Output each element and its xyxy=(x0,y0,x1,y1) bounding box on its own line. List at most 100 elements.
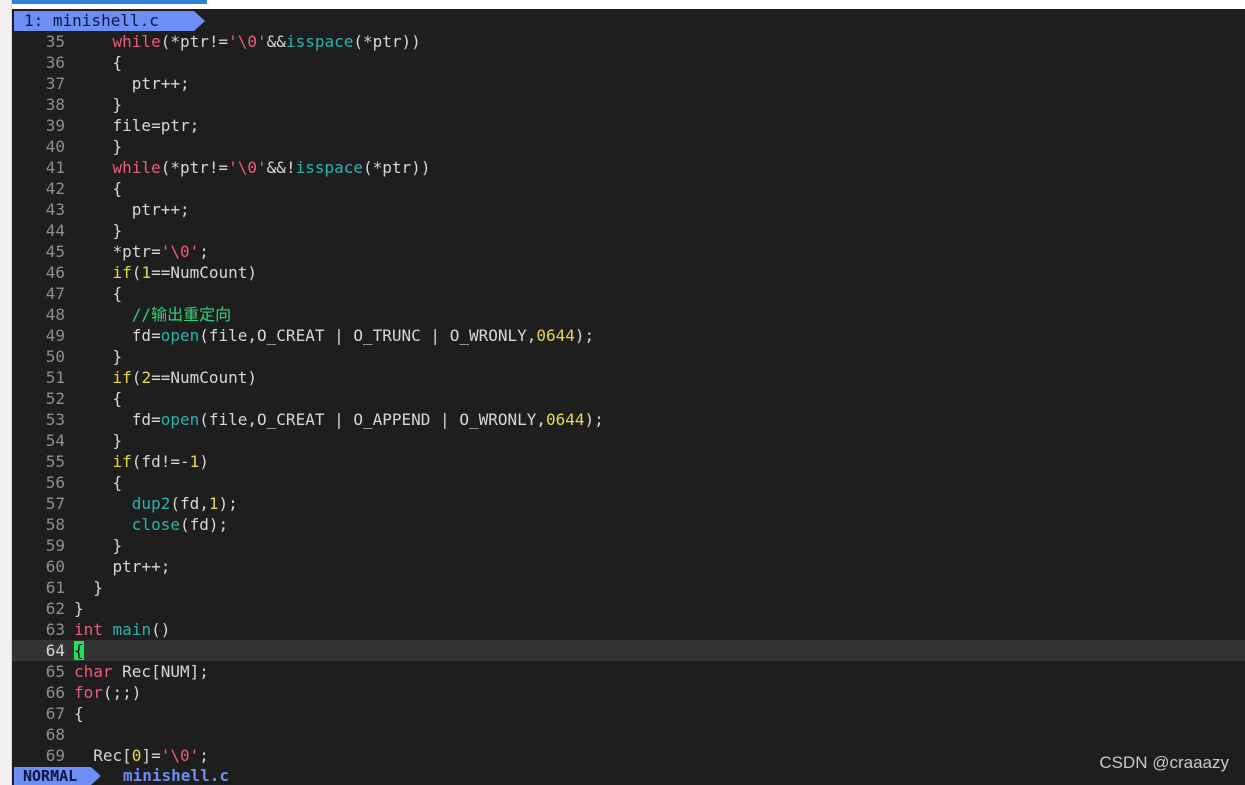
line-number: 65 xyxy=(45,662,65,681)
code-line[interactable]: 37 ptr++; xyxy=(12,73,1245,94)
code-line[interactable]: 65 char Rec[NUM]; xyxy=(12,661,1245,682)
line-number: 58 xyxy=(45,515,65,534)
code-line[interactable]: 52 { xyxy=(12,388,1245,409)
code-token: } xyxy=(112,347,123,366)
code-token: Rec[NUM]; xyxy=(112,662,209,681)
code-text: if(fd!=-1) xyxy=(74,452,209,471)
code-line[interactable]: 39 file=ptr; xyxy=(12,115,1245,136)
code-token: } xyxy=(112,95,123,114)
line-number: 62 xyxy=(45,599,65,618)
code-line[interactable]: 45 *ptr='\0'; xyxy=(12,241,1245,262)
code-token: 1 xyxy=(189,452,200,471)
code-line[interactable]: 53 fd=open(file,O_CREAT | O_APPEND | O_W… xyxy=(12,409,1245,430)
code-line[interactable]: 48 //输出重定向 xyxy=(12,304,1245,325)
code-line[interactable]: 51 if(2==NumCount) xyxy=(12,367,1245,388)
code-line[interactable]: 44 } xyxy=(12,220,1245,241)
code-token: while xyxy=(112,32,161,51)
code-token: for xyxy=(74,683,103,702)
code-token: && xyxy=(266,32,286,51)
code-line[interactable]: 41 while(*ptr!='\0'&&!isspace(*ptr)) xyxy=(12,157,1245,178)
code-text: //输出重定向 xyxy=(74,305,231,324)
code-text: { xyxy=(74,389,123,408)
code-token: //输出重定向 xyxy=(131,305,232,324)
code-line[interactable]: 64 { xyxy=(12,640,1245,661)
code-token: fd= xyxy=(131,326,161,345)
code-line[interactable]: 59 } xyxy=(12,535,1245,556)
code-line[interactable]: 60 ptr++; xyxy=(12,556,1245,577)
code-token: 0 xyxy=(131,746,142,765)
line-number: 68 xyxy=(45,725,65,744)
code-token: while xyxy=(112,158,161,177)
code-text: file=ptr; xyxy=(74,116,200,135)
code-text: Rec[0]='\0'; xyxy=(74,746,209,765)
code-line[interactable]: 40 } xyxy=(12,136,1245,157)
code-line[interactable]: 67 { xyxy=(12,703,1245,724)
code-token: file=ptr; xyxy=(112,116,200,135)
line-number: 63 xyxy=(45,620,65,639)
code-text: if(2==NumCount) xyxy=(74,368,258,387)
code-text: } xyxy=(74,95,123,114)
code-text: close(fd); xyxy=(74,515,228,534)
code-line[interactable]: 38 } xyxy=(12,94,1245,115)
status-filename: minishell.c xyxy=(123,766,229,785)
code-line[interactable]: 58 close(fd); xyxy=(12,514,1245,535)
code-token: 0644 xyxy=(536,326,575,345)
left-window-margin xyxy=(0,0,12,785)
code-area[interactable]: 35 while(*ptr!='\0'&&isspace(*ptr)) 36 {3… xyxy=(12,31,1245,766)
code-text: { xyxy=(74,53,123,72)
code-token: ptr++; xyxy=(112,557,171,576)
code-line[interactable]: 43 ptr++; xyxy=(12,199,1245,220)
line-number: 64 xyxy=(45,641,65,660)
line-number: 49 xyxy=(45,326,65,345)
code-line[interactable]: 66 for(;;) xyxy=(12,682,1245,703)
code-token: fd= xyxy=(131,410,161,429)
code-line[interactable]: 61 } xyxy=(12,577,1245,598)
code-line[interactable]: 36 { xyxy=(12,52,1245,73)
code-token: ); xyxy=(574,326,595,345)
code-token: open xyxy=(160,410,200,429)
code-line[interactable]: 46 if(1==NumCount) xyxy=(12,262,1245,283)
line-number: 55 xyxy=(45,452,65,471)
code-line[interactable]: 57 dup2(fd,1); xyxy=(12,493,1245,514)
watermark: CSDN @craaazy xyxy=(1099,753,1229,772)
tab-minishell[interactable]: 1: minishell.c xyxy=(14,11,194,31)
line-number: 50 xyxy=(45,347,65,366)
code-line[interactable]: 42 { xyxy=(12,178,1245,199)
code-line[interactable]: 35 while(*ptr!='\0'&&isspace(*ptr)) xyxy=(12,31,1245,52)
tabline: 1: minishell.c xyxy=(12,9,1245,31)
code-token: ; xyxy=(199,242,209,261)
code-token: 1 xyxy=(141,263,152,282)
code-line[interactable]: 62} xyxy=(12,598,1245,619)
code-line[interactable]: 55 if(fd!=-1) xyxy=(12,451,1245,472)
code-token: { xyxy=(112,179,123,198)
code-line[interactable]: 47 { xyxy=(12,283,1245,304)
code-line[interactable]: 49 fd=open(file,O_CREAT | O_TRUNC | O_WR… xyxy=(12,325,1245,346)
code-token: (file,O_CREAT | O_APPEND | O_WRONLY, xyxy=(199,410,547,429)
line-number: 45 xyxy=(45,242,65,261)
vim-terminal[interactable]: 1: minishell.c 35 while(*ptr!='\0'&&issp… xyxy=(12,9,1245,785)
code-line[interactable]: 56 { xyxy=(12,472,1245,493)
code-line[interactable]: 63 int main() xyxy=(12,619,1245,640)
code-text: { xyxy=(74,284,123,303)
line-number: 37 xyxy=(45,74,65,93)
code-line[interactable]: 69 Rec[0]='\0'; xyxy=(12,745,1245,766)
code-token: ( xyxy=(131,263,142,282)
code-token: () xyxy=(151,620,171,639)
code-token: isspace xyxy=(285,32,354,51)
code-text: { xyxy=(74,641,84,660)
code-token: } xyxy=(74,599,84,618)
code-line[interactable]: 50 } xyxy=(12,346,1245,367)
code-token: if xyxy=(112,368,132,387)
code-line[interactable]: 68 xyxy=(12,724,1245,745)
line-number: 53 xyxy=(45,410,65,429)
line-number: 43 xyxy=(45,200,65,219)
code-text: *ptr='\0'; xyxy=(74,242,209,261)
code-text: int main() xyxy=(74,620,170,639)
code-line[interactable]: 54 } xyxy=(12,430,1245,451)
line-number: 61 xyxy=(45,578,65,597)
code-token: 2 xyxy=(141,368,152,387)
line-number: 38 xyxy=(45,95,65,114)
code-token: main xyxy=(112,620,152,639)
code-token: } xyxy=(93,578,103,597)
code-token: '\0' xyxy=(228,158,267,177)
